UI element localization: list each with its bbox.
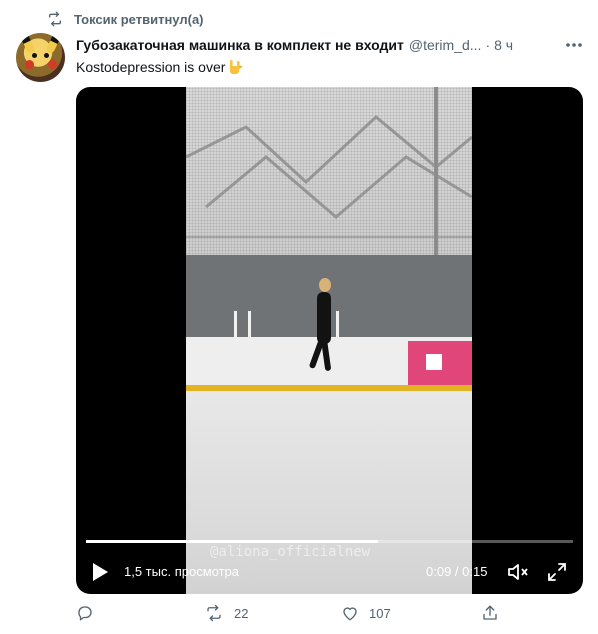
avatar-ear-right xyxy=(45,34,61,54)
author-handle[interactable]: @terim_d... xyxy=(409,37,482,53)
skater-head xyxy=(319,278,331,292)
avatar-ear-left xyxy=(20,34,36,54)
safety-net xyxy=(186,87,472,257)
retweet-context[interactable]: Токсик ретвитнул(а) xyxy=(46,10,204,28)
video-frame xyxy=(186,87,472,594)
board-post xyxy=(234,311,237,337)
video-player[interactable]: @aliona_officialnew 1,5 тыс. просмотра 0… xyxy=(76,87,583,594)
speaker-muted-icon xyxy=(508,564,528,580)
skater-body xyxy=(317,292,331,344)
avatar[interactable] xyxy=(16,33,65,82)
retweet-icon xyxy=(207,604,221,622)
like-count: 107 xyxy=(369,605,391,621)
video-controls: 1,5 тыс. просмотра 0:09 / 0:15 xyxy=(76,557,583,589)
tweet-actions: 22 107 xyxy=(76,604,576,626)
sign-of-horns-emoji xyxy=(226,58,244,76)
author-name[interactable]: Губозакаточная машинка в комплект не вхо… xyxy=(76,37,404,53)
ad-board xyxy=(408,341,472,385)
retweet-button[interactable]: 22 xyxy=(204,604,248,622)
play-button[interactable] xyxy=(90,562,110,582)
avatar-cheek-right xyxy=(48,60,57,69)
avatar-eye-right xyxy=(44,53,49,58)
retweet-icon xyxy=(46,11,64,27)
retweet-label: Токсик ретвитнул(а) xyxy=(74,11,204,27)
tweet-text-content: Kostodepression is over xyxy=(76,59,226,75)
tweet-time[interactable]: 8 ч xyxy=(494,37,513,53)
reply-icon xyxy=(78,606,92,621)
avatar-eye-left xyxy=(32,53,37,58)
like-button[interactable]: 107 xyxy=(341,604,391,622)
video-timecode: 0:09 / 0:15 xyxy=(426,564,488,579)
view-count: 1,5 тыс. просмотра xyxy=(124,564,240,579)
avatar-cheek-left xyxy=(25,60,34,69)
video-progress-fill xyxy=(86,540,379,543)
board-post xyxy=(336,311,339,337)
tweet-header: Губозакаточная машинка в комплект не вхо… xyxy=(76,36,546,54)
fullscreen-icon xyxy=(548,563,566,581)
more-options-icon[interactable] xyxy=(565,36,583,54)
share-icon xyxy=(483,605,497,620)
retweet-count: 22 xyxy=(234,605,249,621)
qr-code xyxy=(426,354,442,370)
board-post xyxy=(248,311,251,337)
tweet-text: Kostodepression is over xyxy=(76,58,244,76)
play-icon xyxy=(93,563,108,581)
heart-icon xyxy=(343,607,357,621)
header-separator: · xyxy=(485,37,491,53)
share-button[interactable] xyxy=(481,604,499,622)
video-progress-bar[interactable] xyxy=(86,540,573,543)
fullscreen-button[interactable] xyxy=(546,561,568,583)
volume-button[interactable] xyxy=(506,560,530,584)
reply-button[interactable] xyxy=(76,604,104,622)
